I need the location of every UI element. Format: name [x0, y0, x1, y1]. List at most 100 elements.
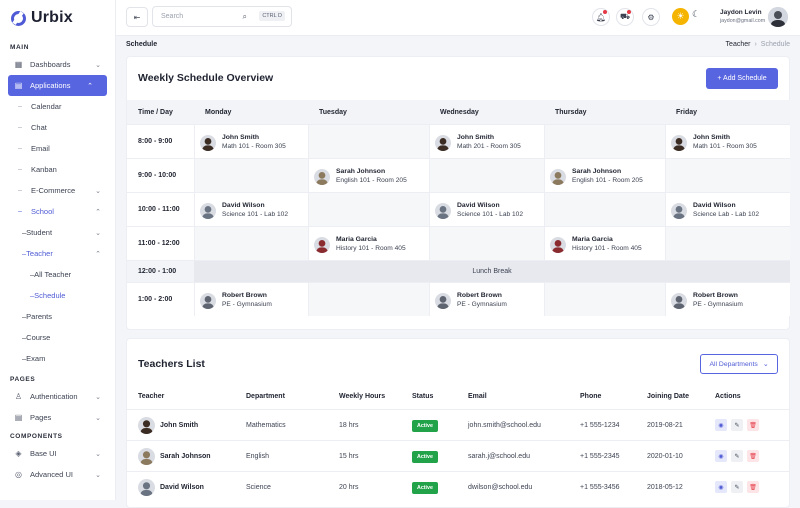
sidebar-item-parents[interactable]: – Parents	[0, 306, 115, 327]
delete-button[interactable]: 🗑︎	[747, 419, 759, 431]
sidebar-item-email[interactable]: – Email	[0, 138, 115, 159]
day-header: Monday	[205, 108, 232, 116]
chevron-up-icon: ⌃	[95, 250, 101, 258]
dash-icon: –	[18, 166, 22, 173]
column-header: Status	[412, 393, 434, 400]
sidebar-item-student[interactable]: – Student ⌄	[0, 222, 115, 243]
layers-icon: ◈	[15, 449, 22, 458]
sidebar-item-ecommerce[interactable]: – E-Commerce ⌄	[0, 180, 115, 201]
sidebar-item-course[interactable]: – Course	[0, 327, 115, 348]
teacher-name: Robert Brown	[222, 292, 267, 299]
avatar[interactable]	[768, 7, 788, 27]
time-slot: 10:00 - 11:00	[127, 193, 194, 226]
class-room: Math 101 - Room 305	[693, 143, 757, 150]
sidebar-item-school[interactable]: – School ⌃	[0, 201, 115, 222]
class-slot[interactable]: Robert Brown PE - Gymnasium	[429, 283, 544, 316]
teacher-name: Maria Garcia	[572, 236, 613, 243]
cart-button[interactable]: ⛟	[616, 8, 634, 26]
chevron-down-icon: ⌄	[95, 187, 101, 195]
avatar-image	[200, 134, 216, 151]
sidebar-item-teacher[interactable]: – Teacher ⌃	[0, 243, 115, 264]
class-entry: John Smith Math 101 - Room 305	[671, 133, 757, 152]
dashboard-icon: ▦	[14, 60, 23, 69]
class-slot[interactable]: Robert Brown PE - Gymnasium	[194, 283, 308, 316]
brand-logo[interactable]: Urbix	[0, 0, 115, 36]
search-input[interactable]: Search ⌕ CTRL D	[152, 6, 292, 27]
department: Science	[246, 483, 271, 491]
delete-button[interactable]: 🗑︎	[747, 450, 759, 462]
sidebar-item-exam[interactable]: – Exam	[0, 348, 115, 369]
time-slot: 8:00 - 9:00	[127, 125, 194, 158]
class-slot[interactable]: Sarah Johnson English 101 - Room 205	[544, 159, 665, 192]
sidebar-item-chat[interactable]: – Chat	[0, 117, 115, 138]
column-header: Weekly Hours	[339, 393, 386, 400]
email: sarah.j@school.edu	[468, 452, 530, 460]
sidebar-item-all-teacher[interactable]: – All Teacher	[0, 264, 115, 285]
class-slot[interactable]: John Smith Math 101 - Room 305	[194, 125, 308, 158]
sidebar-item-authentication[interactable]: ♙ Authentication ⌄	[0, 386, 115, 407]
teacher-name: John Smith	[457, 134, 495, 141]
delete-button[interactable]: 🗑︎	[747, 481, 759, 493]
avatar-image	[435, 202, 451, 219]
class-slot[interactable]: David Wilson Science 101 - Lab 102	[194, 193, 308, 226]
avatar	[200, 134, 216, 151]
class-slot[interactable]: John Smith Math 201 - Room 305	[429, 125, 544, 158]
status-badge: Active	[412, 481, 438, 494]
class-slot[interactable]: David Wilson Science Lab - Lab 102	[665, 193, 790, 226]
edit-button[interactable]: ✎	[731, 481, 743, 493]
class-slot[interactable]: John Smith Math 101 - Room 305	[665, 125, 790, 158]
class-text: David Wilson Science 101 - Lab 102	[222, 201, 288, 220]
sidebar-toggle-button[interactable]: ⇤	[126, 7, 148, 27]
sidebar-item-pages[interactable]: ▤ Pages ⌄	[0, 407, 115, 428]
edit-button[interactable]: ✎	[731, 450, 743, 462]
class-entry: Maria Garcia History 101 - Room 405	[314, 235, 406, 254]
actions-cell: ◉ ✎ 🗑︎	[715, 450, 759, 462]
class-slot[interactable]: Robert Brown PE - Gymnasium	[665, 283, 790, 316]
avatar	[138, 478, 155, 496]
light-mode-button[interactable]: ☀	[672, 8, 689, 25]
view-button[interactable]: ◉	[715, 481, 727, 493]
schedule-header-row: Time / Day Monday Tuesday Wednesday Thursday…	[127, 100, 790, 124]
empty-slot	[429, 227, 544, 260]
class-slot[interactable]: David Wilson Science 101 - Lab 102	[429, 193, 544, 226]
class-slot[interactable]: Maria Garcia History 101 - Room 405	[308, 227, 429, 260]
schedule-grid: Time / Day Monday Tuesday Wednesday Thursday…	[127, 100, 790, 316]
day-header: Tuesday	[319, 108, 347, 116]
class-text: Sarah Johnson English 101 - Room 205	[572, 167, 643, 186]
sun-icon: ☀	[676, 11, 685, 21]
view-button[interactable]: ◉	[715, 450, 727, 462]
sidebar-item-advanced-ui[interactable]: ◎ Advanced UI ⌄	[0, 464, 115, 485]
lunch-row: 12:00 - 1:00 Lunch Break	[127, 260, 790, 282]
breadcrumb-parent[interactable]: Teacher	[726, 41, 751, 48]
settings-button[interactable]: ⚙	[642, 8, 660, 26]
schedule-card: Weekly Schedule Overview + Add Schedule …	[126, 56, 790, 330]
view-button[interactable]: ◉	[715, 419, 727, 431]
avatar-image	[550, 236, 566, 253]
class-slot[interactable]: Maria Garcia History 101 - Room 405	[544, 227, 665, 260]
teacher-cell[interactable]: John Smith	[138, 416, 198, 434]
sidebar-item-calendar[interactable]: – Calendar	[0, 96, 115, 117]
chevron-down-icon: ⌄	[762, 361, 769, 368]
sidebar-item-schedule[interactable]: – Schedule	[0, 285, 115, 306]
teacher-cell[interactable]: Sarah Johnson	[138, 447, 211, 465]
schedule-title: Weekly Schedule Overview	[138, 72, 274, 84]
avatar	[671, 292, 687, 309]
notification-button[interactable]: 🔔︎	[592, 8, 610, 26]
class-slot[interactable]: Sarah Johnson English 101 - Room 205	[308, 159, 429, 192]
section-pages: PAGES	[10, 376, 36, 383]
avatar-image	[671, 292, 687, 309]
add-schedule-button[interactable]: + Add Schedule	[706, 68, 778, 89]
class-room: English 101 - Room 205	[336, 177, 407, 184]
day-header: Wednesday	[440, 108, 479, 116]
notification-dot	[603, 10, 607, 14]
lunch-break-label: Lunch Break	[194, 261, 790, 282]
sidebar-item-applications[interactable]: ▤ Applications ⌃	[8, 75, 107, 96]
teacher-cell[interactable]: David Wilson	[138, 478, 204, 496]
moon-icon: ☾	[692, 9, 701, 19]
sidebar-item-kanban[interactable]: – Kanban	[0, 159, 115, 180]
sidebar-item-dashboards[interactable]: ▦ Dashboards ⌄	[0, 54, 115, 75]
dark-mode-button[interactable]: ☾	[692, 9, 700, 20]
department-filter-button[interactable]: All Departments ⌄	[700, 354, 778, 374]
sidebar-item-base-ui[interactable]: ◈ Base UI ⌄	[0, 443, 115, 464]
edit-button[interactable]: ✎	[731, 419, 743, 431]
